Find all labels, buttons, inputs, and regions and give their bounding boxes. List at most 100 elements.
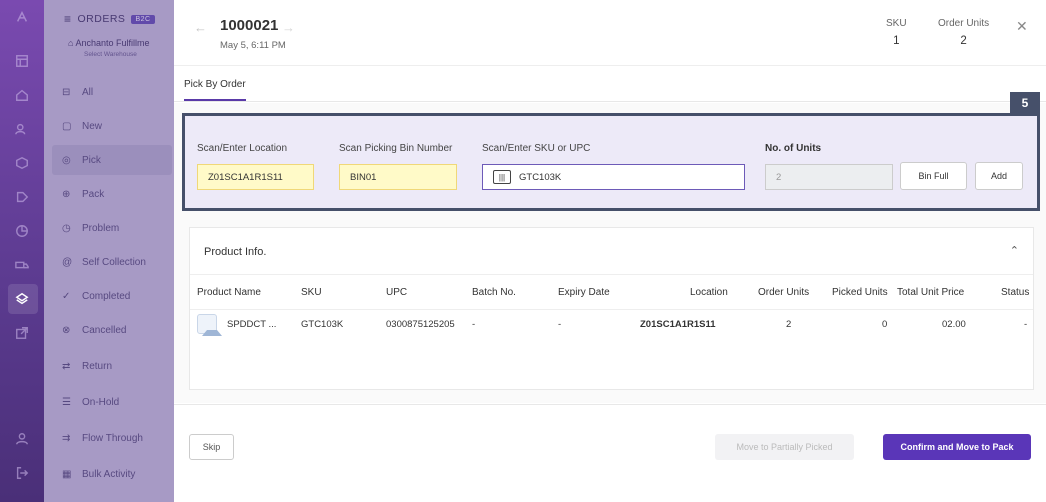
tab-pick-by-order[interactable]: Pick By Order: [184, 79, 246, 101]
arrow-left-icon[interactable]: ←: [194, 20, 207, 35]
menu-item-all[interactable]: ⊟ All: [52, 77, 172, 107]
menu-item-self-collection[interactable]: @ Self Collection: [52, 247, 172, 277]
cell-batch: -: [472, 319, 476, 330]
bin-label: Scan Picking Bin Number: [339, 143, 453, 154]
target-icon: ◎: [62, 154, 71, 166]
move-partially-picked-button[interactable]: Move to Partially Picked: [715, 434, 854, 460]
col-picked-units: Picked Units: [832, 287, 888, 298]
at-icon: @: [62, 256, 73, 268]
x-circle-icon: ⊗: [62, 324, 71, 336]
order-number: 1000021: [220, 17, 279, 34]
flow-icon: ⇉: [62, 432, 71, 444]
pause-icon: ☰: [62, 396, 71, 408]
cell-location: Z01SC1A1R1S11: [640, 319, 716, 330]
menu-item-label: Self Collection: [82, 256, 146, 268]
truck-icon[interactable]: [13, 256, 31, 274]
menu-item-completed[interactable]: ✓ Completed: [52, 281, 172, 311]
dashboard-icon[interactable]: [13, 52, 31, 70]
col-unit-price: Total Unit Price: [897, 287, 965, 298]
inbox-icon: ⊟: [62, 86, 71, 98]
order-units: Order Units 2: [938, 18, 989, 47]
location-label: Scan/Enter Location: [197, 143, 288, 154]
col-location: Location: [690, 287, 728, 298]
tab-bar: Pick By Order: [174, 66, 1046, 102]
sku-input[interactable]: ||| GTC103K: [482, 164, 745, 190]
cell-expiry: -: [558, 319, 562, 330]
icon-rail: [0, 0, 44, 502]
order-header: ← 1000021 → May 5, 6:11 PM SKU 1 Order U…: [174, 0, 1046, 66]
menu-item-new[interactable]: ▢ New: [52, 111, 172, 141]
warehouse-selector[interactable]: ⌂ Anchanto Fulfillme: [68, 38, 150, 48]
units-label: No. of Units: [765, 143, 822, 154]
image-icon: [197, 314, 222, 336]
col-expiry: Expiry Date: [558, 287, 610, 298]
sku-label: Scan/Enter SKU or UPC: [482, 143, 591, 154]
table-row[interactable]: SPDDCT ... GTC103K 0300875125205 - - Z01…: [190, 310, 1033, 340]
chart-icon[interactable]: [13, 222, 31, 240]
return-icon: ⇄: [62, 360, 71, 372]
orders-menu: ≡ ORDERS B2C ⌂ Anchanto Fulfillme Select…: [44, 0, 174, 502]
order-units-value: 2: [960, 35, 967, 47]
menu-item-problem[interactable]: ◷ Problem: [52, 213, 172, 243]
bin-input[interactable]: BIN01: [339, 164, 457, 190]
close-icon[interactable]: ✕: [1016, 18, 1028, 35]
menu-item-label: Flow Through: [82, 432, 143, 444]
external-link-icon[interactable]: [13, 324, 31, 342]
tag-icon[interactable]: [13, 188, 31, 206]
menu-item-label: Pack: [82, 188, 105, 200]
menu-item-label: Bulk Activity: [82, 468, 136, 480]
home-icon[interactable]: [13, 86, 31, 104]
menu-item-on-hold[interactable]: ☰ On-Hold: [52, 387, 172, 417]
menu-item-pack[interactable]: ⊕ Pack: [52, 179, 172, 209]
cell-picked-units: 0: [882, 319, 888, 330]
menu-item-label: Completed: [82, 290, 131, 302]
add-button[interactable]: Add: [975, 162, 1023, 190]
confirm-move-to-pack-button[interactable]: Confirm and Move to Pack: [883, 434, 1031, 460]
col-batch: Batch No.: [472, 287, 516, 298]
warehouse-sub: Select Warehouse: [84, 51, 137, 58]
menu-item-label: Pick: [82, 154, 101, 166]
menu-item-bulk-activity[interactable]: ▦ Bulk Activity: [52, 459, 172, 489]
cell-order-units: 2: [786, 319, 792, 330]
logo-icon[interactable]: [13, 8, 31, 26]
logout-icon[interactable]: [13, 464, 31, 482]
cube-icon[interactable]: [13, 154, 31, 172]
menu-item-return[interactable]: ⇄ Return: [52, 351, 172, 381]
order-detail-panel: ← 1000021 → May 5, 6:11 PM SKU 1 Order U…: [174, 0, 1046, 502]
menu-item-flow-through[interactable]: ⇉ Flow Through: [52, 423, 172, 453]
barcode-icon[interactable]: |||: [493, 170, 511, 184]
arrow-right-icon[interactable]: →: [282, 20, 295, 35]
cell-unit-price: 02.00: [942, 319, 966, 330]
menu-item-pick[interactable]: ◎ Pick: [52, 145, 172, 175]
col-status: Status: [1001, 287, 1030, 298]
cell-product-name: SPDDCT ...: [227, 319, 277, 330]
skip-button[interactable]: Skip: [189, 434, 234, 460]
users-icon[interactable]: [13, 120, 31, 138]
location-input[interactable]: Z01SC1A1R1S11: [197, 164, 314, 190]
cell-upc: 0300875125205: [386, 319, 455, 330]
product-info-title: Product Info.: [204, 246, 267, 258]
cell-sku: GTC103K: [301, 319, 344, 330]
sku-count-value: 1: [893, 35, 900, 47]
col-order-units: Order Units: [758, 287, 810, 298]
units-input[interactable]: 2: [765, 164, 893, 190]
layers-icon[interactable]: [8, 284, 38, 314]
col-upc: UPC: [386, 287, 408, 298]
scan-panel: Scan/Enter Location Z01SC1A1R1S11 Scan P…: [182, 113, 1040, 211]
action-footer: Skip Move to Partially Picked Confirm an…: [174, 404, 1046, 502]
menu-item-label: On-Hold: [82, 396, 120, 408]
bin-full-button[interactable]: Bin Full: [900, 162, 967, 190]
chevron-up-icon[interactable]: ⌃: [1010, 244, 1019, 257]
clock-icon: ◷: [62, 222, 71, 234]
box-icon: ⊕: [62, 188, 71, 200]
menu-item-label: Return: [82, 360, 113, 372]
order-date: May 5, 6:11 PM: [220, 40, 286, 51]
b2c-badge[interactable]: B2C: [131, 14, 155, 24]
user-icon[interactable]: [13, 430, 31, 448]
menu-item-label: New: [82, 120, 103, 132]
menu-header: ≡ ORDERS B2C: [64, 12, 155, 26]
hamburger-icon[interactable]: ≡: [64, 12, 72, 26]
menu-item-cancelled[interactable]: ⊗ Cancelled: [52, 315, 172, 345]
sku-count: SKU 1: [886, 18, 907, 47]
grid-icon: ▦: [62, 468, 72, 480]
